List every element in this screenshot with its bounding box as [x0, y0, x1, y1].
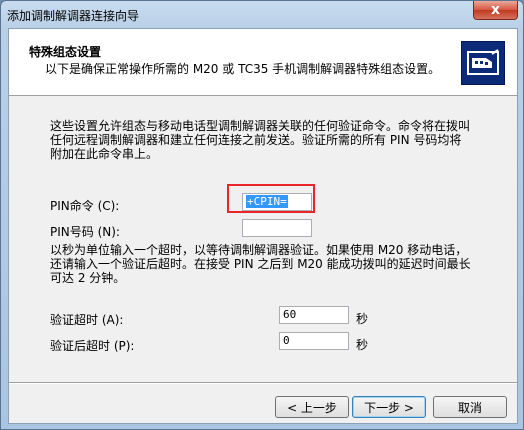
post-verify-timeout-unit: 秒 [356, 338, 369, 352]
annotation-highlight-box [227, 184, 315, 213]
description-line: 附加在此命令串上。 [50, 147, 159, 161]
verify-timeout-label: 验证超时 (A): [50, 313, 124, 327]
wizard-window: 添加调制解调器连接向导 x 特殊组态设置 以下是确保正常操作所需的 M20 或 … [0, 0, 524, 430]
timeout-note: 以秒为单位输入一个超时，以等待调制解调器验证。如果使用 M20 移动电话， 还请… [50, 243, 490, 285]
next-button[interactable]: 下一步 > [352, 396, 426, 418]
post-verify-timeout-label: 验证后超时 (P): [50, 339, 135, 353]
description-line: 任何远程调制解调器和建立任何连接之前发送。验证所需的所有 PIN 号码均将 [50, 133, 462, 147]
pin-number-label: PIN号码 (N): [50, 225, 120, 239]
modem-phone-icon [461, 41, 505, 85]
description-text: 这些设置允许组态与移动电话型调制解调器关联的任何验证命令。命令将在拨叫 任何远程… [50, 119, 490, 161]
back-button[interactable]: < 上一步 [275, 396, 349, 418]
timeout-note-line: 以秒为单位输入一个超时，以等待调制解调器验证。如果使用 M20 移动电话， [50, 243, 468, 257]
page-title: 特殊组态设置 [29, 45, 102, 59]
page-subtitle: 以下是确保正常操作所需的 M20 或 TC35 手机调制解调器特殊组态设置。 [45, 62, 441, 76]
wizard-header: 特殊组态设置 以下是确保正常操作所需的 M20 或 TC35 手机调制解调器特殊… [9, 29, 517, 96]
pin-number-input[interactable] [242, 219, 312, 237]
close-button[interactable]: x [473, 1, 518, 20]
timeout-note-line: 还请输入一个验证后超时。在接受 PIN 之后到 M20 能成功拨叫的延迟时间最长 [50, 257, 471, 271]
post-verify-timeout-input[interactable]: 0 [279, 332, 349, 350]
title-bar[interactable]: 添加调制解调器连接向导 x [1, 1, 523, 27]
close-icon: x [490, 2, 501, 18]
verify-timeout-input[interactable]: 60 [279, 306, 349, 324]
wizard-body: 特殊组态设置 以下是确保正常操作所需的 M20 或 TC35 手机调制解调器特殊… [8, 28, 518, 424]
window-title: 添加调制解调器连接向导 [7, 9, 140, 23]
cancel-button[interactable]: 取消 [433, 396, 507, 418]
verify-timeout-unit: 秒 [356, 312, 369, 326]
timeout-note-line: 可达 2 分钟。 [50, 271, 126, 285]
description-line: 这些设置允许组态与移动电话型调制解调器关联的任何验证命令。命令将在拨叫 [50, 119, 471, 133]
pin-command-label: PIN命令 (C): [50, 199, 120, 213]
button-separator [9, 382, 517, 384]
